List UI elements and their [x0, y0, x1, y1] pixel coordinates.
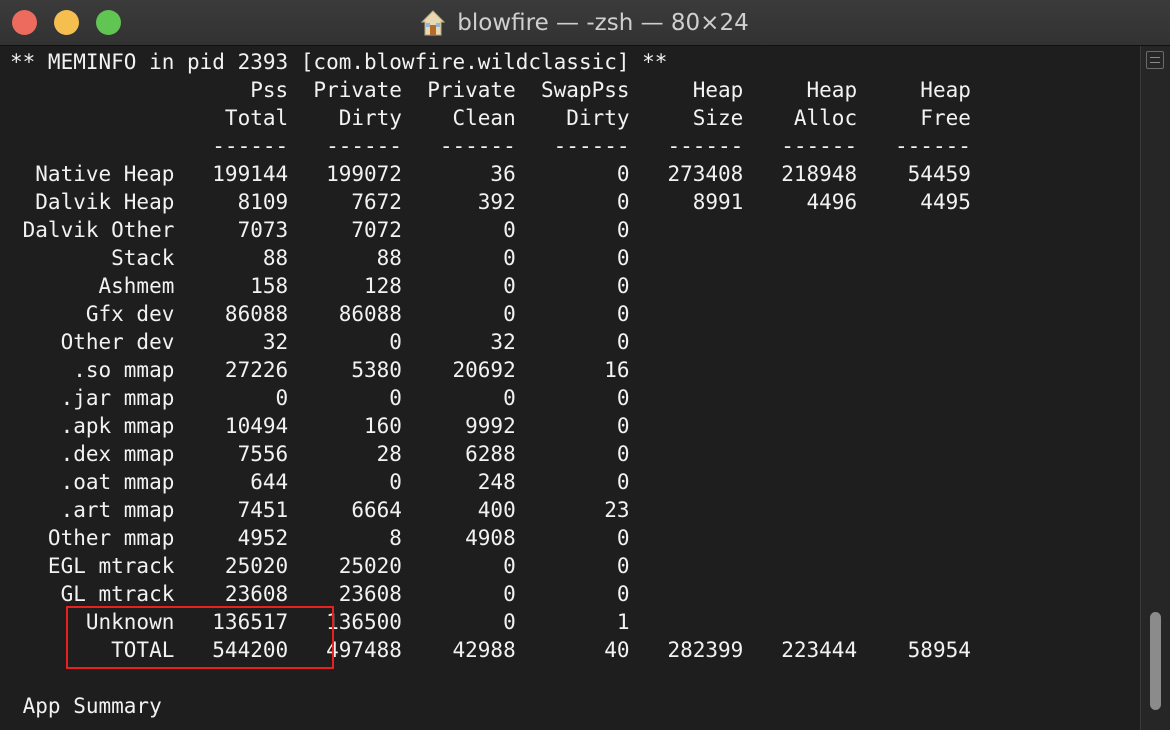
highlight-box: [66, 606, 334, 669]
terminal-line: Total Dirty Clean Dirty Size Alloc Free: [10, 106, 971, 130]
window-title: blowfire — -zsh — 80×24: [457, 9, 749, 36]
terminal-line: .jar mmap 0 0 0 0: [10, 386, 630, 410]
terminal-line: Native Heap 199144 199072 36 0 273408 21…: [10, 162, 971, 186]
window-title-area: blowfire — -zsh — 80×24: [0, 0, 1170, 45]
terminal-line: .apk mmap 10494 160 9992 0: [10, 414, 630, 438]
terminal-line: ------ ------ ------ ------ ------ -----…: [10, 134, 971, 158]
terminal-line: GL mtrack 23608 23608 0 0: [10, 582, 630, 606]
home-folder-icon: [421, 9, 446, 35]
terminal-line: .oat mmap 644 0 248 0: [10, 470, 630, 494]
terminal-line: Ashmem 158 128 0 0: [10, 274, 630, 298]
terminal-line: Dalvik Heap 8109 7672 392 0 8991 4496 44…: [10, 190, 971, 214]
terminal-line: Stack 88 88 0 0: [10, 246, 630, 270]
terminal-line: App Summary: [10, 694, 162, 718]
terminal-line: Other dev 32 0 32 0: [10, 330, 630, 354]
terminal-line: Dalvik Other 7073 7072 0 0: [10, 218, 630, 242]
terminal-line: EGL mtrack 25020 25020 0 0: [10, 554, 630, 578]
terminal-line: Gfx dev 86088 86088 0 0: [10, 302, 630, 326]
terminal-window: blowfire — -zsh — 80×24 ** MEMINFO in pi…: [0, 0, 1170, 730]
terminal-line: Other mmap 4952 8 4908 0: [10, 526, 630, 550]
terminal-line: .dex mmap 7556 28 6288 0: [10, 442, 630, 466]
scrollbar[interactable]: [1140, 46, 1170, 730]
terminal-line: Pss Private Private SwapPss Heap Heap He…: [10, 78, 971, 102]
terminal-line: ** MEMINFO in pid 2393 [com.blowfire.wil…: [10, 50, 668, 74]
terminal-line: .so mmap 27226 5380 20692 16: [10, 358, 630, 382]
split-view-icon[interactable]: [1146, 51, 1164, 69]
scrollbar-thumb[interactable]: [1150, 612, 1161, 710]
title-bar[interactable]: blowfire — -zsh — 80×24: [0, 0, 1170, 46]
terminal-line: .art mmap 7451 6664 400 23: [10, 498, 630, 522]
